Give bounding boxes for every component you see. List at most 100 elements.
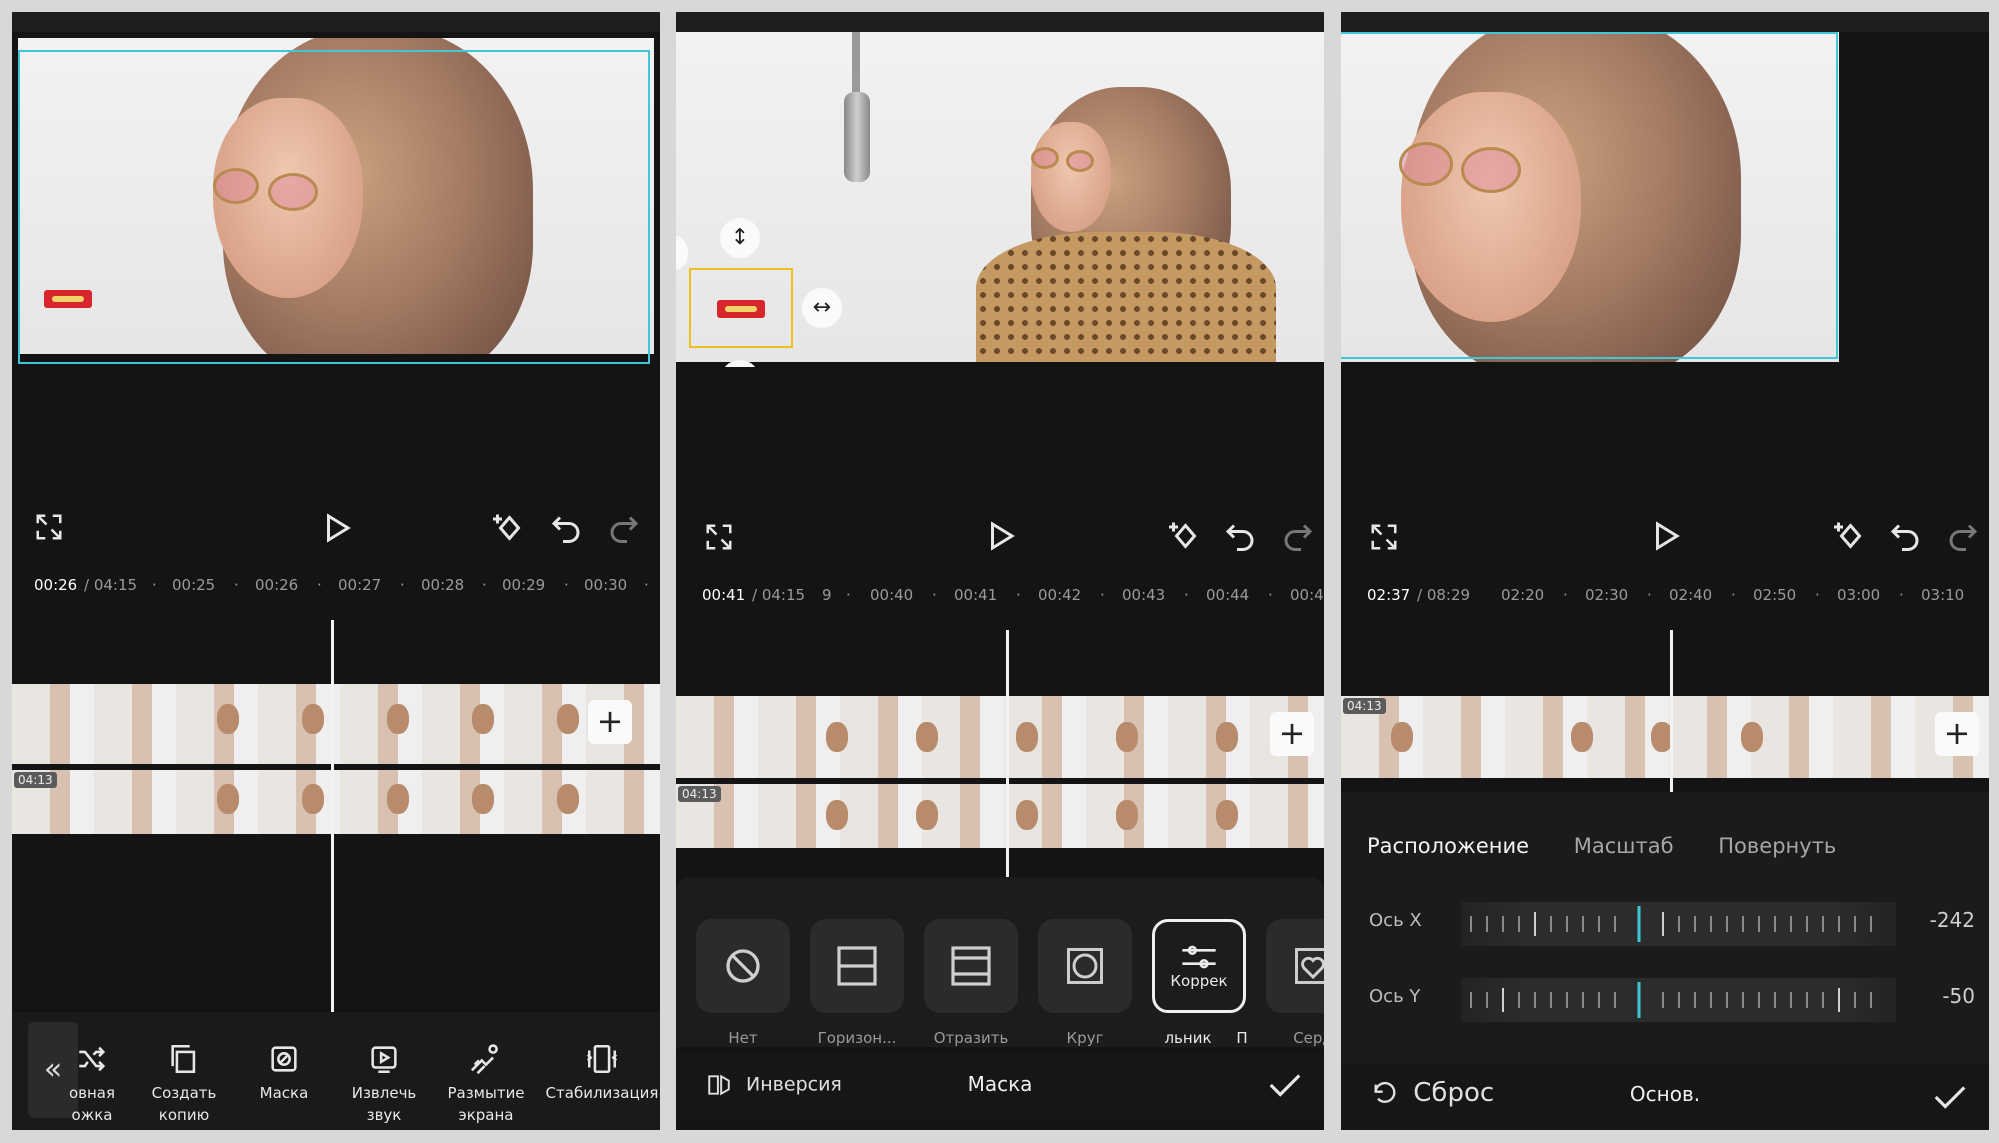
selection-frame[interactable]	[18, 50, 650, 364]
mask-shape-label: Серд	[1293, 1029, 1324, 1047]
tool-mask[interactable]: Маска	[234, 1042, 334, 1104]
tool-label: Размытие экрана	[447, 1084, 525, 1124]
sticker-selection[interactable]	[689, 268, 793, 348]
ruler-tick: 00:25	[172, 576, 216, 594]
ruler-tick: 02:50	[1753, 586, 1797, 604]
video-preview[interactable]	[1341, 32, 1989, 367]
add-clip-button[interactable]: +	[588, 700, 632, 744]
fullscreen-icon[interactable]	[1369, 522, 1399, 552]
clip-duration-badge: 04:13	[1343, 698, 1386, 714]
position-panel: Расположение Масштаб Повернуть Ось X -24…	[1341, 792, 1989, 1064]
keyframe-icon[interactable]	[1166, 518, 1202, 554]
play-icon[interactable]	[1647, 518, 1683, 554]
tool-stabilize[interactable]: Стабилизация	[542, 1042, 660, 1104]
logo-sticker[interactable]	[717, 300, 765, 318]
tool-extract-audio[interactable]: Извлечь звук	[334, 1042, 434, 1126]
ruler-tick: 02:30	[1585, 586, 1629, 604]
fullscreen-icon[interactable]	[34, 512, 64, 542]
tool-main-cover[interactable]: овная ожка	[42, 1042, 142, 1126]
video-preview[interactable]	[12, 32, 660, 367]
thumb-figure	[217, 784, 239, 814]
video-track-main[interactable]	[12, 684, 660, 764]
slider-ticks	[1470, 906, 1872, 942]
redo-icon[interactable]	[1280, 518, 1316, 554]
video-track-overlay[interactable]: 04:13	[12, 770, 660, 834]
confirm-button[interactable]	[1931, 1078, 1969, 1116]
undo-icon[interactable]	[1887, 518, 1923, 554]
tool-screen-blur[interactable]: Размытие экрана	[436, 1042, 536, 1126]
mask-shape-heart[interactable]: Серд	[1266, 919, 1324, 1047]
thumb-figure	[1391, 722, 1413, 752]
axis-x-value[interactable]: -242	[1930, 908, 1975, 932]
tab-scale[interactable]: Масштаб	[1574, 834, 1674, 858]
playhead[interactable]	[1006, 630, 1009, 884]
thumb-figure	[302, 704, 324, 734]
status-bar	[12, 12, 660, 32]
timeline-ruler[interactable]: 02:37 / 08:29 02:20 · 02:30 · 02:40 · 02…	[1341, 584, 1989, 608]
thumb-figure	[302, 784, 324, 814]
play-icon[interactable]	[318, 510, 354, 546]
axis-x-slider[interactable]	[1461, 902, 1896, 946]
current-time: 02:37	[1367, 586, 1411, 604]
redo-icon[interactable]	[606, 510, 642, 546]
thumb-figure	[557, 704, 579, 734]
fullscreen-icon[interactable]	[704, 522, 734, 552]
stabilize-icon	[586, 1044, 618, 1074]
thumb-figure	[1216, 722, 1238, 752]
ruler-tick: 00:28	[421, 576, 465, 594]
mask-shape-horizontal[interactable]: Горизон...	[810, 919, 904, 1047]
thumb-figure	[217, 704, 239, 734]
mic-stand	[852, 32, 860, 92]
redo-icon[interactable]	[1945, 518, 1981, 554]
editor-panel-2: ↕ ↔ ⌄ 00:41 / 04:15 9 · 00:40 · 00:41 · …	[676, 12, 1324, 1130]
video-preview[interactable]: ↕ ↔ ⌄	[676, 32, 1324, 367]
position-bottom-bar: Сброс Основ.	[1341, 1064, 1989, 1130]
confirm-button[interactable]	[1266, 1066, 1304, 1104]
shuffle-icon	[79, 1046, 106, 1072]
ruler-tick: 02:40	[1669, 586, 1713, 604]
thumb-figure	[1116, 800, 1138, 830]
current-time: 00:41	[702, 586, 746, 604]
playhead[interactable]	[331, 620, 334, 1016]
thumb-figure	[916, 800, 938, 830]
resize-horizontal-handle[interactable]: ↔	[802, 288, 842, 328]
ruler-tick: 00:42	[1038, 586, 1082, 604]
add-clip-button[interactable]: +	[1935, 712, 1979, 756]
video-track-overlay[interactable]: 04:13	[676, 784, 1324, 848]
tool-label: Маска	[259, 1084, 309, 1102]
sunglasses	[1031, 147, 1059, 169]
axis-y-value[interactable]: -50	[1942, 984, 1975, 1008]
panel-title: Основ.	[1629, 1082, 1701, 1106]
axis-y-slider[interactable]	[1461, 978, 1896, 1022]
ruler-tick: 00:27	[338, 576, 382, 594]
add-clip-button[interactable]: +	[1270, 712, 1314, 756]
adjust-icon	[1182, 945, 1216, 969]
ruler-tick: 9	[822, 586, 832, 604]
mask-shape-mirror[interactable]: Отразить	[924, 919, 1018, 1047]
play-icon[interactable]	[982, 518, 1018, 554]
selection-frame[interactable]	[1341, 32, 1838, 359]
tab-position[interactable]: Расположение	[1367, 834, 1529, 858]
timeline-ruler[interactable]: 00:26 / 04:15 · 00:25 · 00:26 · 00:27 · …	[12, 574, 660, 598]
panel-title: Маска	[967, 1072, 1033, 1096]
mask-shape-none[interactable]: Нет	[696, 919, 790, 1047]
video-track-main[interactable]	[676, 696, 1324, 778]
undo-icon[interactable]	[1222, 518, 1258, 554]
sunglasses	[1066, 150, 1094, 172]
keyframe-icon[interactable]	[490, 510, 526, 546]
tool-duplicate[interactable]: Создать копию	[134, 1042, 234, 1126]
check-icon	[1269, 1074, 1301, 1097]
keyframe-icon[interactable]	[1831, 518, 1867, 554]
video-track-main[interactable]: 04:13	[1341, 696, 1989, 778]
resize-vertical-handle[interactable]: ↕	[720, 218, 760, 258]
undo-icon[interactable]	[548, 510, 584, 546]
timeline-ruler[interactable]: 00:41 / 04:15 9 · 00:40 · 00:41 · 00:42 …	[676, 584, 1324, 608]
clip-duration-badge: 04:13	[678, 786, 721, 802]
none-icon	[726, 949, 760, 983]
mask-shape-rectangle[interactable]: Коррек льник П	[1152, 919, 1248, 1047]
tab-rotate[interactable]: Повернуть	[1718, 834, 1836, 858]
thumb-figure	[557, 784, 579, 814]
mask-shape-circle[interactable]: Круг	[1038, 919, 1132, 1047]
ruler-tick: 03:10	[1921, 586, 1965, 604]
thumb-figure	[1741, 722, 1763, 752]
